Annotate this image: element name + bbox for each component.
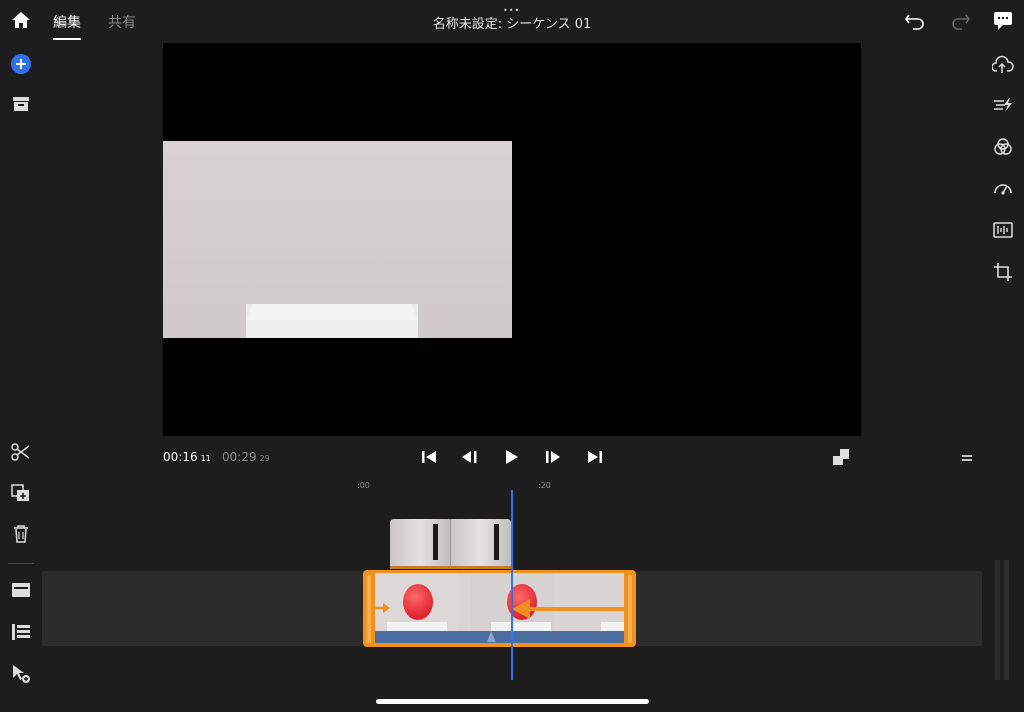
add-pointer-icon[interactable] — [11, 664, 31, 684]
trim-handle-left[interactable] — [367, 575, 371, 643]
current-time: 00:16 — [163, 450, 198, 464]
divider — [8, 563, 34, 564]
active-tab-underline — [53, 38, 81, 40]
ruler-start-label: :00 — [357, 481, 370, 490]
pedestal — [491, 622, 551, 631]
gauge-icon[interactable] — [993, 179, 1013, 197]
play-icon[interactable] — [505, 449, 519, 465]
cloud-upload-icon[interactable] — [992, 55, 1014, 75]
total-time: 00:29 — [222, 450, 257, 464]
current-timecode: 00:16 11 — [163, 450, 211, 464]
archive-icon[interactable] — [12, 96, 30, 112]
overlay-clip[interactable] — [390, 519, 511, 568]
audio-waveform — [375, 631, 624, 643]
total-timecode: 00:29 29 — [222, 450, 270, 464]
comment-icon[interactable] — [993, 11, 1013, 31]
audio-meter-left — [995, 560, 1000, 680]
pedestal — [387, 622, 447, 631]
speed-icon[interactable] — [993, 97, 1013, 113]
preview-pedestal-top — [246, 304, 418, 320]
figure — [494, 524, 499, 560]
current-frame: 11 — [200, 454, 211, 463]
step-forward-icon[interactable] — [544, 449, 562, 465]
clip-thumbnail — [451, 519, 511, 568]
fullscreen-icon[interactable] — [832, 448, 850, 466]
scissors-icon[interactable] — [11, 443, 31, 461]
overlay-clip-bar — [390, 566, 511, 569]
audio-icon[interactable] — [993, 222, 1013, 238]
list-icon[interactable] — [11, 623, 31, 641]
redo-icon[interactable] — [950, 12, 972, 32]
balloon — [403, 584, 433, 620]
waveform-peak — [487, 631, 496, 642]
home-indicator[interactable] — [376, 699, 649, 704]
audio-meter-right — [1004, 560, 1009, 680]
arrow-left-icon — [512, 599, 628, 619]
clip-thumbnail — [390, 519, 450, 568]
page-title: 名称未設定: シーケンス 01 — [432, 17, 592, 32]
total-frame: 29 — [259, 454, 270, 463]
crop-icon[interactable] — [993, 262, 1013, 282]
add-icon[interactable] — [10, 53, 32, 75]
figure — [433, 524, 438, 560]
trash-icon[interactable] — [13, 525, 29, 543]
menu-icon[interactable] — [961, 453, 973, 463]
left-toolbar — [0, 42, 42, 712]
skip-to-start-icon[interactable] — [421, 449, 437, 465]
track-icon[interactable] — [11, 582, 31, 598]
color-icon[interactable] — [993, 137, 1013, 157]
playhead[interactable] — [511, 490, 513, 680]
step-back-icon[interactable] — [461, 449, 479, 465]
arrow-right-icon — [373, 603, 390, 613]
skip-to-end-icon[interactable] — [587, 449, 603, 465]
pedestal — [601, 622, 624, 631]
duplicate-icon[interactable] — [11, 484, 31, 502]
undo-icon[interactable] — [905, 12, 927, 32]
ruler-mark-label: :20 — [538, 481, 551, 490]
